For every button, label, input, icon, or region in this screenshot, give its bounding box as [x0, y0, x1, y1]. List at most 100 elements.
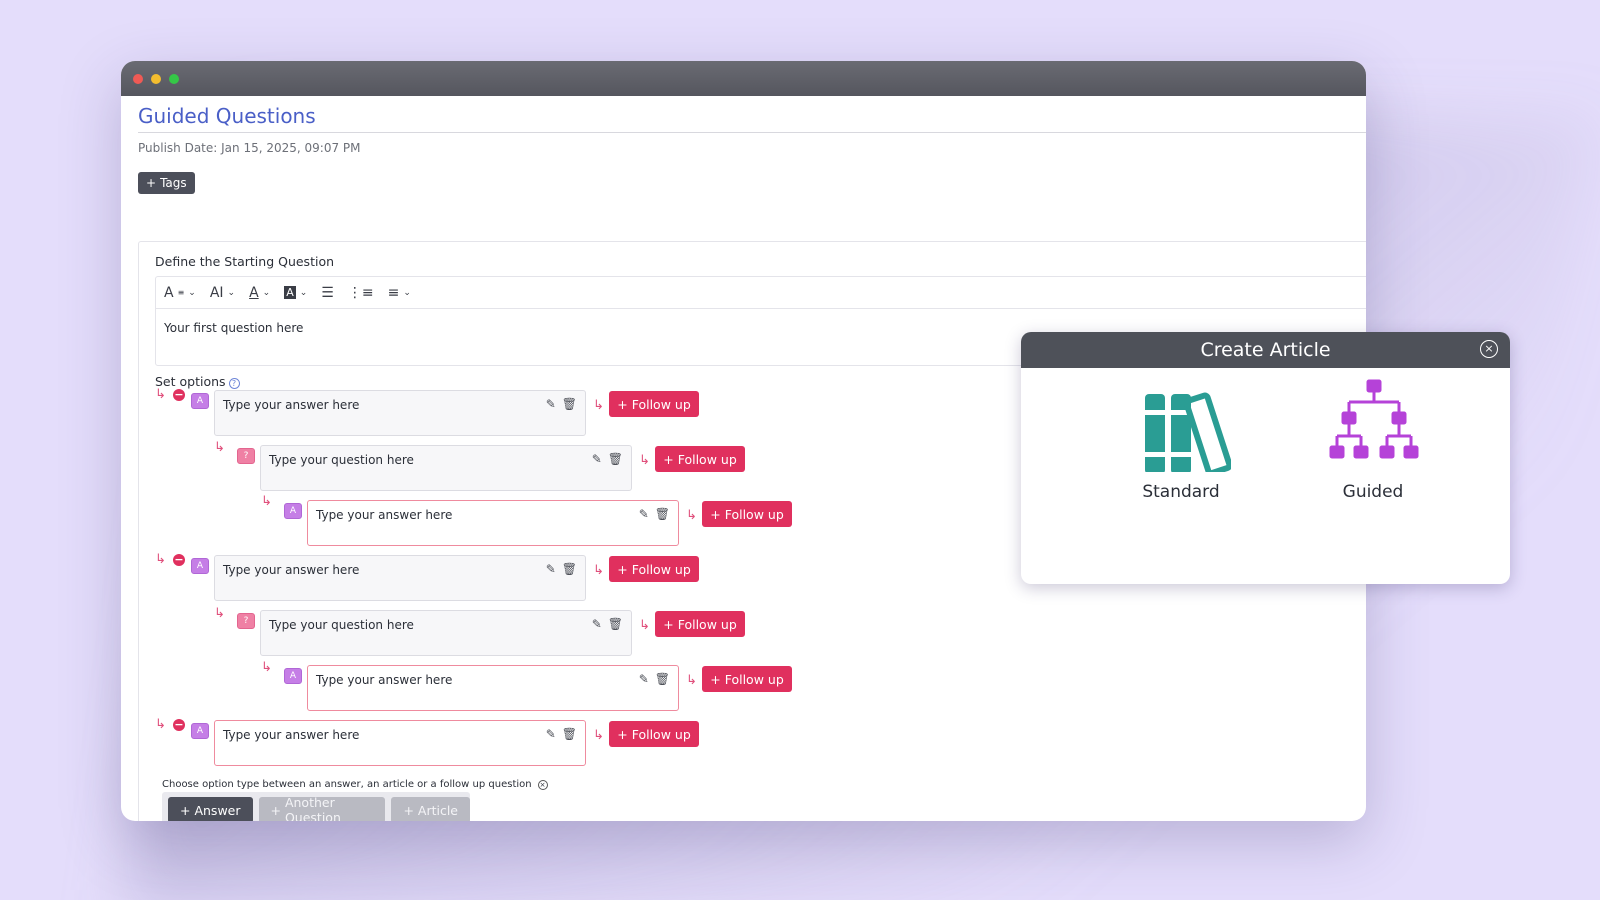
edit-icon[interactable]: ✎	[639, 507, 649, 521]
edit-icon[interactable]: ✎	[546, 562, 556, 576]
highlight-icon[interactable]: A ⌄	[284, 286, 307, 299]
edit-icon[interactable]: ✎	[592, 452, 602, 466]
follow-up-button[interactable]: + Follow up	[702, 666, 792, 692]
answer-field-text: Type your answer here	[223, 563, 360, 577]
edit-icon[interactable]: ✎	[592, 617, 602, 631]
follow-up-button[interactable]: + Follow up	[655, 611, 745, 637]
close-modal-icon[interactable]: ×	[1480, 340, 1498, 358]
option-type-note-text: Choose option type between an answer, an…	[162, 779, 532, 790]
titlebar	[121, 61, 1366, 96]
answer-field-text: Type your answer here	[223, 398, 360, 412]
answer-field[interactable]: Type your answer here ✎ 🗑	[214, 390, 586, 436]
answer-field[interactable]: Type your answer here ✎ 🗑	[307, 500, 679, 546]
branch-arrow-icon: ↳	[214, 606, 225, 621]
maximize-window-button[interactable]	[169, 73, 179, 84]
edit-icon[interactable]: ✎	[546, 397, 556, 411]
trash-icon[interactable]: 🗑	[608, 617, 623, 631]
follow-arrow-icon: ↳	[686, 673, 697, 688]
set-options-label: Set options?	[155, 374, 240, 389]
follow-up-label: Follow up	[724, 671, 784, 687]
guided-option[interactable]: Guided	[1293, 372, 1453, 502]
answer-field[interactable]: Type your answer here ✎ 🗑	[307, 665, 679, 711]
plus-icon: +	[663, 451, 674, 467]
tree-structure-icon	[1329, 379, 1419, 459]
follow-up-label: Follow up	[724, 506, 784, 522]
bullet-list-icon[interactable]: ☰	[321, 285, 334, 301]
option-type-note: Choose option type between an answer, an…	[162, 779, 548, 790]
close-note-icon[interactable]: ×	[537, 779, 548, 790]
text-color-icon[interactable]: A ⌄	[249, 285, 270, 301]
branch-arrow-icon: ↳	[214, 440, 225, 455]
plus-icon: +	[617, 396, 628, 412]
standard-option[interactable]: Standard	[1101, 372, 1261, 502]
follow-up-label: Follow up	[631, 561, 691, 577]
create-article-modal: Create Article × Standard Guided	[1021, 332, 1510, 584]
tags-button-label: Tags	[160, 176, 187, 190]
follow-up-button[interactable]: + Follow up	[609, 556, 699, 582]
follow-arrow-icon: ↳	[593, 398, 604, 413]
minimize-window-button[interactable]	[151, 73, 161, 84]
answer-field[interactable]: Type your answer here ✎ 🗑	[214, 720, 586, 766]
follow-arrow-icon: ↳	[639, 453, 650, 468]
trash-icon[interactable]: 🗑	[655, 672, 670, 686]
branch-arrow-icon: ↳	[155, 552, 166, 567]
books-icon	[1145, 392, 1233, 477]
answer-field-text: Type your answer here	[316, 508, 453, 522]
standard-label: Standard	[1142, 482, 1220, 502]
question-field[interactable]: Type your question here ✎ 🗑	[260, 610, 632, 656]
trash-icon[interactable]: 🗑	[562, 397, 577, 411]
numbered-list-icon[interactable]: ⋮≡	[348, 285, 374, 301]
add-article-button[interactable]: + Article	[391, 797, 470, 821]
follow-up-label: Follow up	[631, 726, 691, 742]
edit-icon[interactable]: ✎	[546, 727, 556, 741]
help-icon[interactable]: ?	[228, 378, 240, 389]
trash-icon[interactable]: 🗑	[562, 562, 577, 576]
remove-option-icon[interactable]: −	[173, 719, 185, 731]
edit-icon[interactable]: ✎	[639, 672, 649, 686]
trash-icon[interactable]: 🗑	[562, 727, 577, 741]
add-question-label: Another Question	[284, 795, 341, 821]
plus-icon: +	[663, 616, 674, 632]
follow-up-button[interactable]: + Follow up	[609, 391, 699, 417]
page-title: Guided Questions	[138, 96, 1366, 133]
follow-arrow-icon: ↳	[686, 508, 697, 523]
publish-date: Publish Date: Jan 15, 2025, 09:07 PM	[138, 141, 361, 155]
question-field[interactable]: Type your question here ✎ 🗑	[260, 445, 632, 491]
branch-arrow-icon: ↳	[155, 717, 166, 732]
editor-toolbar: A ≡ ⌄ AI ⌄ A ⌄ A ⌄ ☰ ⋮≡ ≡ ⌄	[156, 277, 1366, 309]
add-question-button[interactable]: + Another Question	[258, 795, 386, 821]
trash-icon[interactable]: 🗑	[608, 452, 623, 466]
answer-field-text: Type your answer here	[223, 728, 360, 742]
trash-icon[interactable]: 🗑	[655, 507, 670, 521]
follow-up-button[interactable]: + Follow up	[609, 721, 699, 747]
follow-up-button[interactable]: + Follow up	[702, 501, 792, 527]
add-answer-label: Answer	[194, 802, 241, 818]
follow-up-label: Follow up	[677, 451, 737, 467]
answer-type-icon: A	[191, 558, 209, 574]
guided-label: Guided	[1342, 482, 1404, 502]
remove-option-icon[interactable]: −	[173, 389, 185, 401]
follow-arrow-icon: ↳	[593, 728, 604, 743]
option-type-buttons: + Answer + Another Question + Article	[162, 792, 470, 821]
follow-arrow-icon: ↳	[593, 563, 604, 578]
follow-arrow-icon: ↳	[639, 618, 650, 633]
starting-question-label: Define the Starting Question	[155, 254, 335, 269]
add-article-label: Article	[417, 802, 458, 818]
follow-up-button[interactable]: + Follow up	[655, 446, 745, 472]
align-icon[interactable]: ≡ ⌄	[388, 285, 411, 301]
modal-header: Create Article ×	[1021, 332, 1510, 368]
plus-icon: +	[617, 561, 628, 577]
answer-field[interactable]: Type your answer here ✎ 🗑	[214, 555, 586, 601]
question-type-icon: ?	[237, 448, 255, 464]
add-answer-button[interactable]: + Answer	[168, 797, 253, 821]
plus-icon: +	[146, 176, 157, 190]
font-style-icon[interactable]: A ≡ ⌄	[164, 285, 196, 301]
remove-option-icon[interactable]: −	[173, 554, 185, 566]
answer-type-icon: A	[284, 668, 302, 684]
question-field-text: Type your question here	[269, 618, 414, 632]
tags-button[interactable]: + Tags	[138, 172, 195, 194]
font-size-icon[interactable]: AI ⌄	[210, 285, 235, 301]
branch-arrow-icon: ↳	[261, 660, 272, 675]
close-window-button[interactable]	[133, 73, 143, 84]
branch-arrow-icon: ↳	[261, 494, 272, 509]
